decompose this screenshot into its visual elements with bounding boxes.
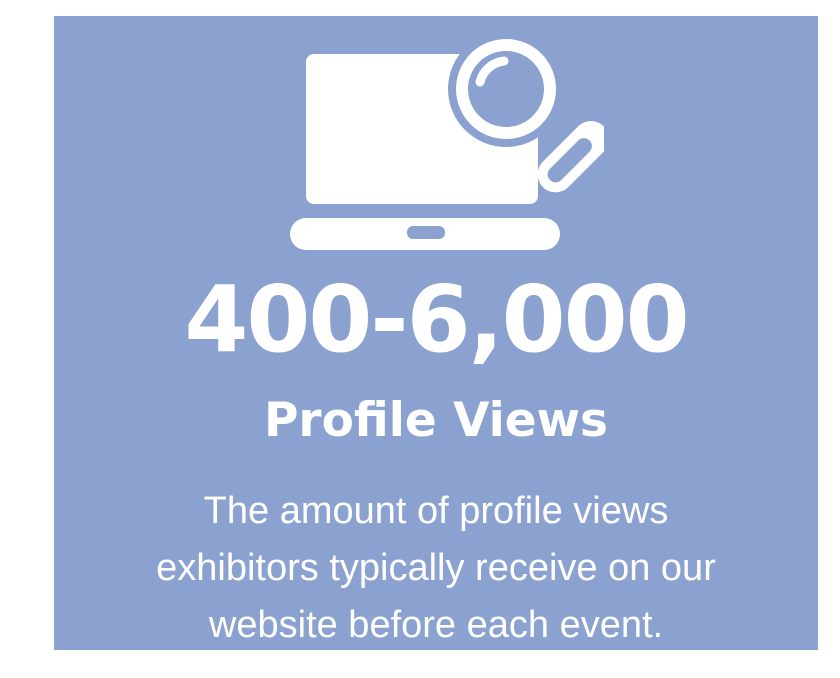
- description-line: website before each event.: [208, 604, 664, 646]
- stat-value: 400-6,000: [184, 266, 689, 373]
- laptop-magnifier-icon: [284, 26, 604, 266]
- description-line: The amount of profile views: [203, 490, 669, 532]
- description: The amount of profile views exhibitors t…: [54, 483, 818, 654]
- stat-card: 400-6,000 Profile Views The amount of pr…: [54, 16, 818, 650]
- description-line: exhibitors typically receive on our: [156, 547, 716, 589]
- stat-label: Profile Views: [263, 393, 609, 448]
